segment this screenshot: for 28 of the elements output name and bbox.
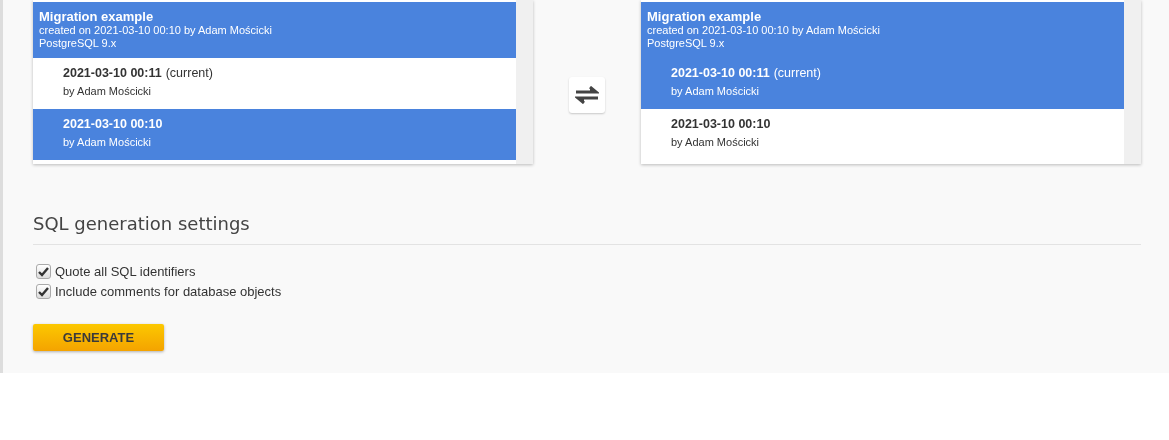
generate-button[interactable]: GENERATE bbox=[33, 324, 164, 351]
option-label: Include comments for database objects bbox=[55, 284, 282, 299]
section-title: SQL generation settings bbox=[33, 213, 1141, 245]
migration-header[interactable]: Migration example created on 2021-03-10 00:10 by Adam Mościcki PostgreSQL 9.x bbox=[33, 2, 516, 58]
database-type: PostgreSQL 9.x bbox=[647, 37, 726, 50]
version-date: 2021-03-10 00:10 bbox=[671, 117, 771, 132]
migration-title: Migration example bbox=[39, 9, 155, 24]
version-row[interactable]: 2021-03-10 00:10 by Adam Mościcki bbox=[33, 109, 516, 160]
current-note: (current) bbox=[773, 66, 821, 81]
version-date: 2021-03-10 00:11 bbox=[671, 66, 770, 81]
version-author: by Adam Mościcki bbox=[671, 85, 761, 98]
checkbox[interactable] bbox=[36, 264, 51, 279]
version-author: by Adam Mościcki bbox=[63, 136, 153, 149]
created-info: created on 2021-03-10 00:10 by Adam Mościcki bbox=[39, 24, 273, 37]
swap-button[interactable] bbox=[569, 77, 605, 113]
version-author: by Adam Mościcki bbox=[671, 136, 761, 149]
option-label: Quote all SQL identifiers bbox=[55, 264, 196, 279]
version-author: by Adam Mościcki bbox=[63, 85, 153, 98]
current-note: (current) bbox=[165, 66, 213, 81]
checkbox[interactable] bbox=[36, 284, 51, 299]
version-date: 2021-03-10 00:10 bbox=[63, 117, 163, 132]
version-date: 2021-03-10 00:11 bbox=[63, 66, 162, 81]
version-row[interactable]: 2021-03-10 00:11 (current) by Adam Mościcki bbox=[641, 58, 1124, 109]
swap-arrows-icon bbox=[575, 86, 599, 104]
created-info: created on 2021-03-10 00:10 by Adam Mościcki bbox=[647, 24, 881, 37]
migration-header[interactable]: Migration example created on 2021-03-10 00:10 by Adam Mościcki PostgreSQL 9.x bbox=[641, 2, 1124, 58]
migration-title: Migration example bbox=[647, 9, 763, 24]
database-type: PostgreSQL 9.x bbox=[39, 37, 118, 50]
